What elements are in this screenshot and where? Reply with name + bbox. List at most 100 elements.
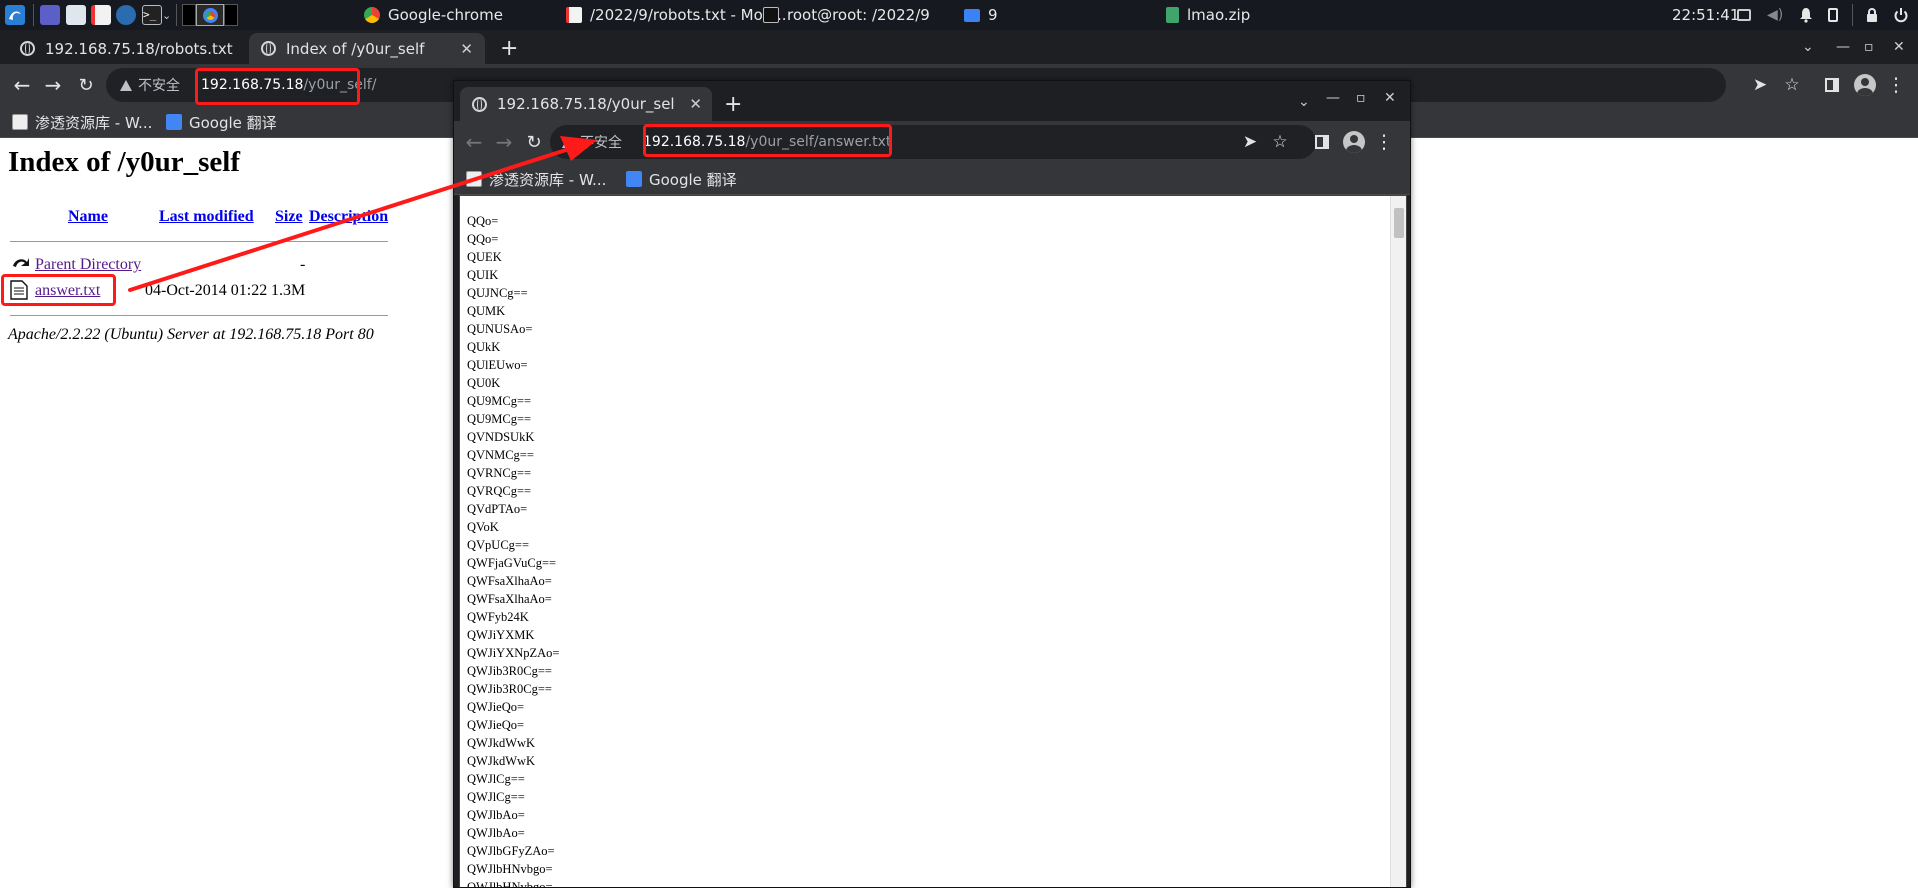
profile-avatar[interactable] — [1342, 130, 1366, 154]
menu-kebab-icon[interactable]: ⋮ — [1884, 73, 1908, 97]
power-icon[interactable] — [1893, 7, 1909, 23]
bookmark-google-translate[interactable]: Google 翻译 — [626, 163, 737, 195]
tab-index[interactable]: Index of /y0ur_self ✕ — [249, 33, 485, 64]
workspace-2-chrome-icon[interactable] — [196, 0, 224, 30]
workspace-1[interactable] — [182, 0, 196, 30]
back-arrow-icon[interactable]: ← — [10, 73, 34, 97]
globe-icon — [20, 41, 35, 56]
answer-line: QWJib3R0Cg== — [467, 664, 552, 678]
warning-icon — [562, 136, 574, 148]
vertical-scrollbar[interactable] — [1390, 196, 1406, 887]
insecure-indicator[interactable]: 不安全 — [120, 68, 180, 102]
text-editor-icon[interactable] — [91, 0, 111, 30]
globe-icon — [261, 41, 276, 56]
bookmark-pentest[interactable]: 渗透资源库 - W... — [466, 163, 606, 195]
document-icon — [566, 7, 582, 23]
back-arrow-icon[interactable]: ← — [462, 130, 486, 154]
taskbar-task-archive[interactable]: lmao.zip — [1166, 0, 1250, 30]
profile-avatar[interactable] — [1853, 73, 1877, 97]
column-name-link[interactable]: Name — [68, 208, 108, 226]
volume-icon[interactable]: ◀) — [1767, 7, 1783, 23]
menu-kebab-icon[interactable]: ⋮ — [1372, 130, 1396, 154]
bookmark-google-translate[interactable]: Google 翻译 — [166, 106, 277, 138]
maximize-icon[interactable]: ▫ — [1864, 30, 1874, 64]
minimize-icon[interactable]: — — [1326, 81, 1340, 115]
google-translate-icon — [166, 114, 182, 130]
divider — [10, 241, 388, 242]
maximize-icon[interactable]: ▫ — [1356, 81, 1366, 115]
answer-line: QWJkdWwK — [467, 736, 536, 750]
side-panel-icon[interactable] — [1820, 73, 1844, 97]
answer-line: QUkK — [467, 340, 501, 354]
close-window-icon[interactable]: ✕ — [1893, 30, 1905, 64]
new-tab-button[interactable]: + — [494, 33, 524, 64]
chevron-down-icon[interactable]: ⌄ — [162, 0, 171, 30]
back-folder-icon — [11, 254, 29, 274]
side-panel-icon[interactable] — [1310, 130, 1334, 154]
answer-line: QUJNCg== — [467, 286, 528, 300]
lock-icon[interactable] — [1864, 7, 1880, 23]
answer-line: QWFyb24K — [467, 610, 529, 624]
archive-icon — [1166, 7, 1179, 23]
highlight-box-answer-link — [1, 274, 116, 306]
bookmark-star-icon[interactable]: ☆ — [1780, 73, 1804, 97]
send-icon[interactable]: ➤ — [1238, 130, 1262, 154]
tab-search-icon[interactable]: ⌄ — [1298, 85, 1310, 119]
notification-bell-icon[interactable] — [1798, 7, 1814, 23]
close-icon[interactable]: ✕ — [689, 95, 702, 113]
server-signature: Apache/2.2.22 (Ubuntu) Server at 192.168… — [8, 326, 374, 343]
minimize-icon[interactable]: — — [1836, 30, 1850, 64]
workspace-3[interactable] — [224, 0, 238, 30]
chrome-icon — [364, 7, 380, 23]
column-description-link[interactable]: Description — [309, 208, 388, 226]
new-tab-button[interactable]: + — [718, 87, 748, 121]
terminal-icon[interactable]: >_ — [142, 0, 162, 30]
highlight-box-answer-url — [643, 124, 892, 157]
browser-globe-icon[interactable] — [116, 0, 136, 30]
answer-line: QQo= — [467, 232, 499, 246]
close-icon[interactable]: ✕ — [460, 40, 473, 58]
clock[interactable]: 22:51:41 — [1672, 0, 1739, 30]
answer-last-modified: 04-Oct-2014 01:22 — [145, 282, 268, 299]
column-last-modified-link[interactable]: Last modified — [159, 208, 254, 226]
forward-arrow-icon[interactable]: → — [492, 130, 516, 154]
forward-arrow-icon[interactable]: → — [41, 73, 65, 97]
bookmark-star-icon[interactable]: ☆ — [1268, 130, 1292, 154]
column-size-link[interactable]: Size — [275, 208, 303, 226]
tab-search-icon[interactable]: ⌄ — [1802, 30, 1814, 64]
taskbar-task-folder[interactable]: 9 — [964, 0, 998, 30]
bookmark-site-icon — [12, 114, 28, 130]
answer-line: QVRNCg== — [467, 466, 532, 480]
taskbar-task-chrome[interactable]: Google-chrome — [364, 0, 503, 30]
close-window-icon[interactable]: ✕ — [1384, 81, 1396, 115]
kali-menu-icon[interactable] — [4, 0, 26, 30]
answer-toolbar: ← → ↻ 不安全 192.168.75.18/y0ur_self/answer… — [454, 121, 1410, 163]
parent-directory-link[interactable]: Parent Directory — [35, 256, 141, 274]
answer-line: QQo= — [467, 214, 499, 228]
answer-line: QWFsaXlhaAo= — [467, 574, 552, 588]
tab-answer[interactable]: 192.168.75.18/y0ur_self/a ✕ — [460, 87, 712, 121]
answer-line: QWJlbGFyZAo= — [467, 844, 555, 858]
tab-robots[interactable]: 192.168.75.18/robots.txt — [8, 33, 248, 64]
answer-line: QWJlbAo= — [467, 826, 525, 840]
reload-icon[interactable]: ↻ — [74, 73, 98, 97]
answer-text-page: QQo= QQo= QUEK QUIK QUJNCg== QUMK QUNUSAo= QUkK… — [459, 195, 1407, 887]
answer-line: QVRQCg== — [467, 484, 532, 498]
highlight-box-main-url — [195, 68, 360, 105]
answer-line: QWJiYXNpZAo= — [467, 646, 560, 660]
answer-bookmarks-bar: 渗透资源库 - W... Google 翻译 — [454, 163, 1410, 195]
battery-icon[interactable] — [1828, 8, 1838, 22]
insecure-indicator[interactable]: 不安全 — [562, 125, 622, 159]
divider — [10, 315, 388, 316]
answer-line: QWFsaXlhaAo= — [467, 592, 552, 606]
file-manager-icon[interactable] — [66, 0, 86, 30]
index-page: Index of /y0ur_self Name Last modified S… — [0, 138, 455, 888]
scrollbar-thumb[interactable] — [1394, 208, 1404, 238]
display-icon[interactable] — [1737, 9, 1751, 21]
reload-icon[interactable]: ↻ — [522, 130, 546, 154]
bookmark-pentest[interactable]: 渗透资源库 - W... — [12, 106, 152, 138]
taskbar-task-editor[interactable]: /2022/9/robots.txt - Mou... — [566, 0, 787, 30]
show-desktop-icon[interactable] — [40, 0, 60, 30]
send-icon[interactable]: ➤ — [1748, 73, 1772, 97]
taskbar-task-terminal[interactable]: root@root: /2022/9 — [763, 0, 930, 30]
